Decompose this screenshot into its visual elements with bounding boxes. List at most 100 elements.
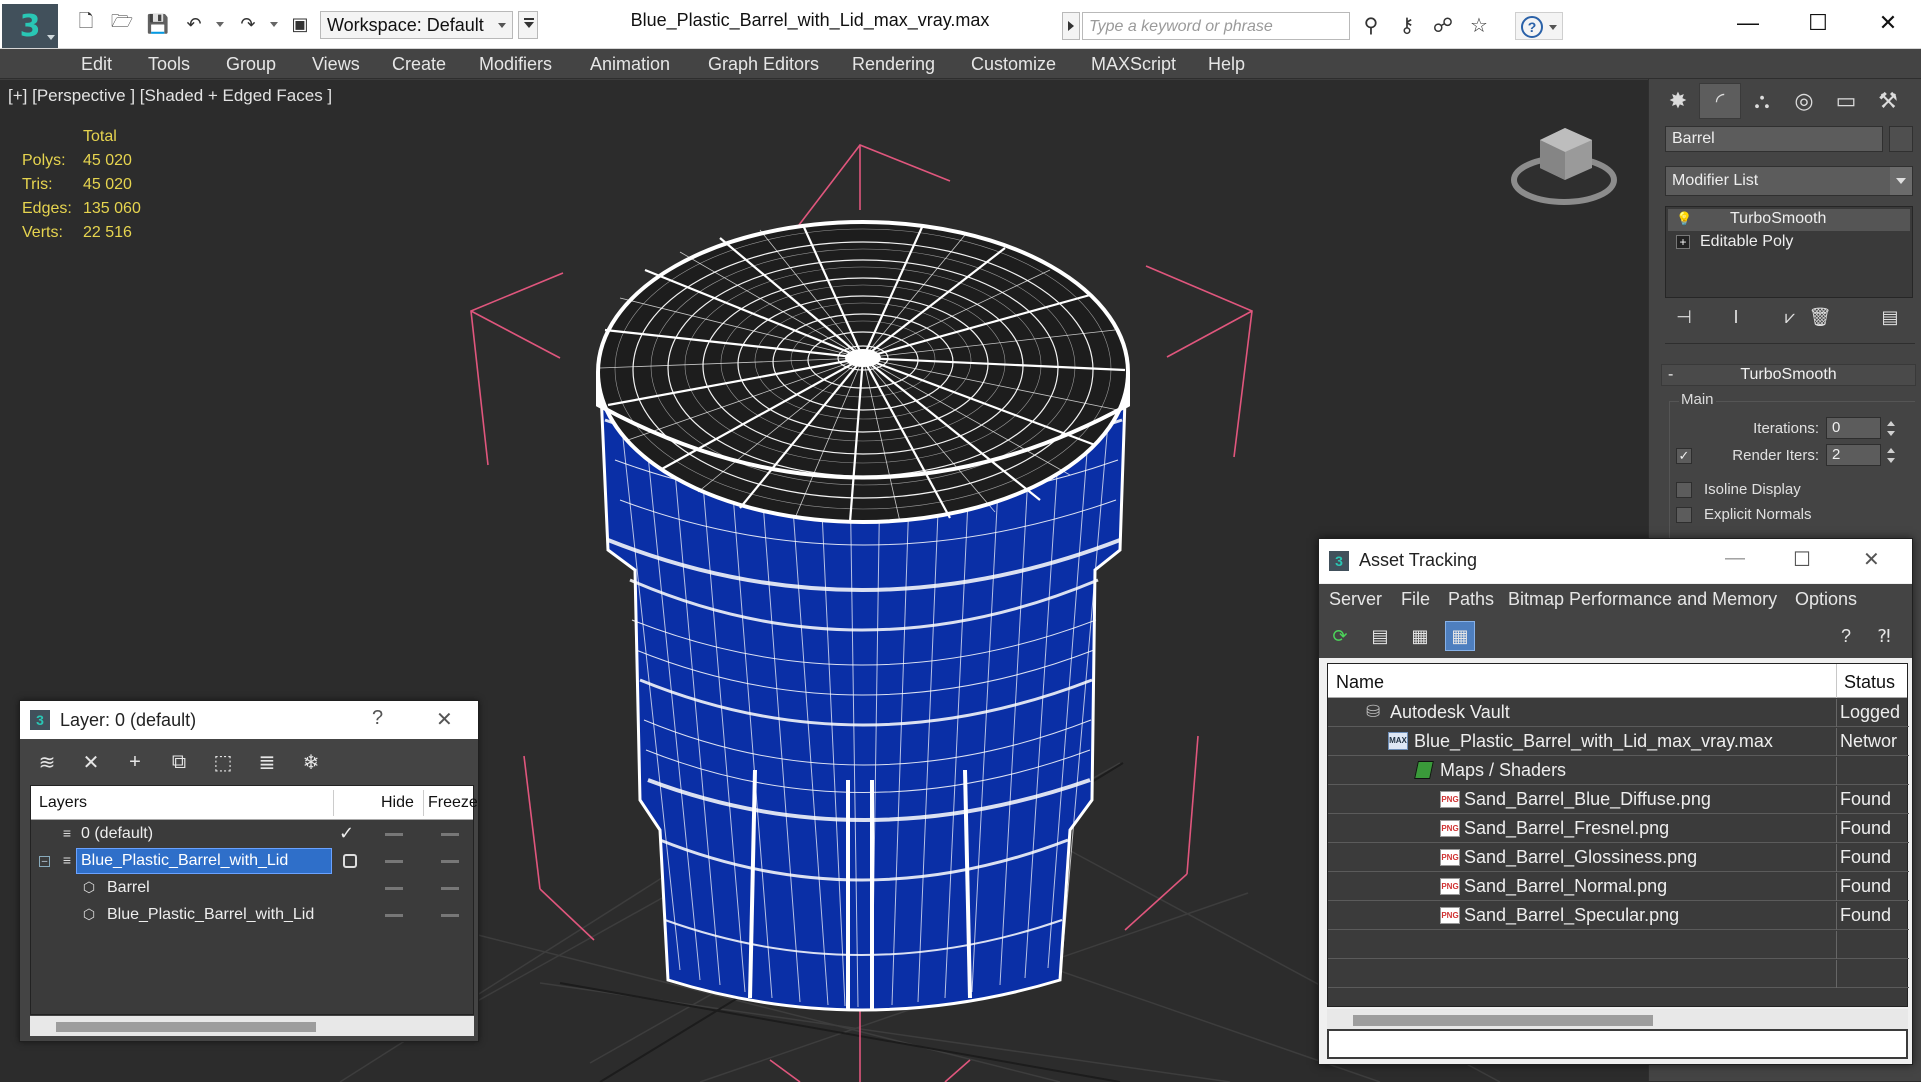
viewcube[interactable]: [1511, 128, 1617, 205]
spinner-arrows-icon[interactable]: [1884, 418, 1898, 440]
menu-bitmap-performance[interactable]: Bitmap Performance and Memory: [1508, 589, 1777, 610]
close-button[interactable]: ✕: [1858, 4, 1918, 42]
star-icon[interactable]: ☆: [1464, 11, 1494, 39]
menu-create[interactable]: Create: [392, 49, 446, 79]
minimize-button[interactable]: —: [1718, 4, 1778, 42]
maximize-button[interactable]: ☐: [1793, 547, 1811, 572]
asset-row[interactable]: MAX Blue_Plastic_Barrel_with_Lid_max_vra…: [1328, 728, 1909, 756]
highlight-layer-icon[interactable]: ⬚: [206, 747, 240, 777]
hide-all-layers-icon[interactable]: ≣: [250, 747, 284, 777]
column-hide[interactable]: Hide: [381, 794, 414, 812]
horizontal-scrollbar[interactable]: [1327, 1009, 1908, 1031]
freeze-toggle[interactable]: [441, 887, 459, 890]
motion-tab-icon[interactable]: ◎: [1783, 83, 1825, 119]
spinner-arrows-icon[interactable]: [1884, 445, 1898, 467]
minimize-button[interactable]: —: [1725, 547, 1745, 570]
table-view-icon[interactable]: ▦: [1445, 621, 1475, 651]
layer-row[interactable]: ≡ 0 (default) ✓: [31, 821, 471, 848]
object-color-swatch[interactable]: [1889, 126, 1913, 152]
close-button[interactable]: ✕: [1863, 547, 1880, 572]
render-iters-checkbox[interactable]: ✓: [1676, 448, 1692, 464]
undo-icon[interactable]: ↶: [180, 10, 208, 38]
iterations-spinner[interactable]: 0: [1826, 417, 1895, 439]
workspace-more-button[interactable]: [518, 11, 538, 39]
dialog-title-bar[interactable]: 3 Asset Tracking — ☐ ✕: [1319, 539, 1912, 583]
hierarchy-tab-icon[interactable]: ⛬: [1741, 83, 1783, 119]
isoline-display-checkbox[interactable]: [1676, 482, 1692, 498]
asset-row[interactable]: PNG Sand_Barrel_Normal.png Found: [1328, 873, 1909, 901]
asset-row[interactable]: PNG Sand_Barrel_Glossiness.png Found: [1328, 844, 1909, 872]
menu-animation[interactable]: Animation: [590, 49, 670, 79]
app-menu-button[interactable]: 3: [2, 4, 58, 48]
hide-toggle[interactable]: [385, 860, 403, 863]
stack-item-editable-poly[interactable]: + Editable Poly: [1668, 232, 1910, 254]
search-expand-button[interactable]: [1062, 12, 1080, 40]
redo-dropdown-icon[interactable]: [270, 22, 278, 27]
list-view-icon[interactable]: ▤: [1365, 621, 1395, 651]
menu-customize[interactable]: Customize: [971, 49, 1056, 79]
pin-stack-icon[interactable]: ⊣: [1669, 303, 1699, 331]
menu-tools[interactable]: Tools: [148, 49, 190, 79]
menu-edit[interactable]: Edit: [81, 49, 112, 79]
hide-toggle[interactable]: [385, 833, 403, 836]
help-button[interactable]: ?: [372, 707, 383, 730]
maximize-button[interactable]: ☐: [1788, 4, 1848, 42]
object-name-field[interactable]: Barrel: [1665, 126, 1883, 152]
utilities-tab-icon[interactable]: ⚒: [1867, 83, 1909, 119]
viewport-label[interactable]: [+] [Perspective ] [Shaded + Edged Faces…: [8, 86, 332, 106]
column-status[interactable]: Status: [1844, 672, 1895, 693]
refresh-icon[interactable]: ⟳: [1325, 621, 1355, 651]
layer-row[interactable]: – ≡ Blue_Plastic_Barrel_with_Lid: [31, 848, 471, 875]
modify-tab-icon[interactable]: ◜: [1699, 83, 1741, 119]
asset-row[interactable]: PNG Sand_Barrel_Fresnel.png Found: [1328, 815, 1909, 843]
hide-toggle[interactable]: [385, 914, 403, 917]
active-layer-check-icon[interactable]: ✓: [339, 823, 354, 844]
select-in-layer-icon[interactable]: ⧉: [162, 747, 196, 777]
create-tab-icon[interactable]: ✸: [1657, 83, 1699, 119]
menu-views[interactable]: Views: [312, 49, 360, 79]
project-folder-icon[interactable]: ▣: [286, 10, 314, 38]
menu-modifiers[interactable]: Modifiers: [479, 49, 552, 79]
display-tab-icon[interactable]: ▭: [1825, 83, 1867, 119]
help-button[interactable]: ?: [1515, 12, 1563, 40]
configure-sets-icon[interactable]: ▤: [1875, 303, 1905, 331]
asset-row[interactable]: ⛁ Autodesk Vault Logged: [1328, 699, 1909, 727]
modifier-list-dropdown[interactable]: Modifier List: [1665, 166, 1913, 196]
layer-row[interactable]: ⬡ Blue_Plastic_Barrel_with_Lid: [31, 902, 471, 929]
column-freeze[interactable]: Freeze: [428, 794, 478, 812]
menu-maxscript[interactable]: MAXScript: [1091, 49, 1176, 79]
lightbulb-icon[interactable]: 💡: [1676, 212, 1692, 226]
asset-row[interactable]: Maps / Shaders: [1328, 757, 1909, 785]
menu-group[interactable]: Group: [226, 49, 276, 79]
menu-server[interactable]: Server: [1329, 589, 1382, 610]
redo-icon[interactable]: ↷: [234, 10, 262, 38]
add-to-layer-icon[interactable]: +: [118, 747, 152, 777]
layer-row[interactable]: ⬡ Barrel: [31, 875, 471, 902]
key-icon[interactable]: ⚷: [1392, 11, 1422, 39]
sign-in-icon[interactable]: ☍: [1428, 11, 1458, 39]
thumbnail-view-icon[interactable]: ▦: [1405, 621, 1435, 651]
freeze-toggle[interactable]: [441, 860, 459, 863]
delete-layer-icon[interactable]: ✕: [74, 747, 108, 777]
freeze-toggle[interactable]: [441, 914, 459, 917]
scrollbar-thumb[interactable]: [56, 1022, 316, 1032]
menu-graph-editors[interactable]: Graph Editors: [708, 49, 819, 79]
plus-icon[interactable]: +: [1676, 235, 1690, 249]
new-layer-icon[interactable]: ≋: [30, 747, 64, 777]
asset-row[interactable]: PNG Sand_Barrel_Blue_Diffuse.png Found: [1328, 786, 1909, 814]
asset-path-field[interactable]: [1327, 1029, 1908, 1059]
remove-modifier-icon[interactable]: 🗑: [1805, 303, 1835, 331]
dialog-title-bar[interactable]: 3 Layer: 0 (default) ? ✕: [20, 701, 478, 739]
menu-rendering[interactable]: Rendering: [852, 49, 935, 79]
save-file-icon[interactable]: 💾: [144, 10, 172, 38]
explicit-normals-checkbox[interactable]: [1676, 507, 1692, 523]
hide-toggle[interactable]: [385, 887, 403, 890]
search-input[interactable]: Type a keyword or phrase: [1082, 12, 1350, 40]
menu-help[interactable]: Help: [1208, 49, 1245, 79]
open-file-icon[interactable]: 🗁: [108, 10, 136, 38]
binoculars-icon[interactable]: ⚲: [1356, 11, 1386, 39]
make-unique-icon[interactable]: ⩗: [1775, 303, 1805, 331]
collapse-icon[interactable]: –: [39, 856, 50, 867]
undo-dropdown-icon[interactable]: [216, 22, 224, 27]
column-layers[interactable]: Layers: [39, 794, 87, 812]
